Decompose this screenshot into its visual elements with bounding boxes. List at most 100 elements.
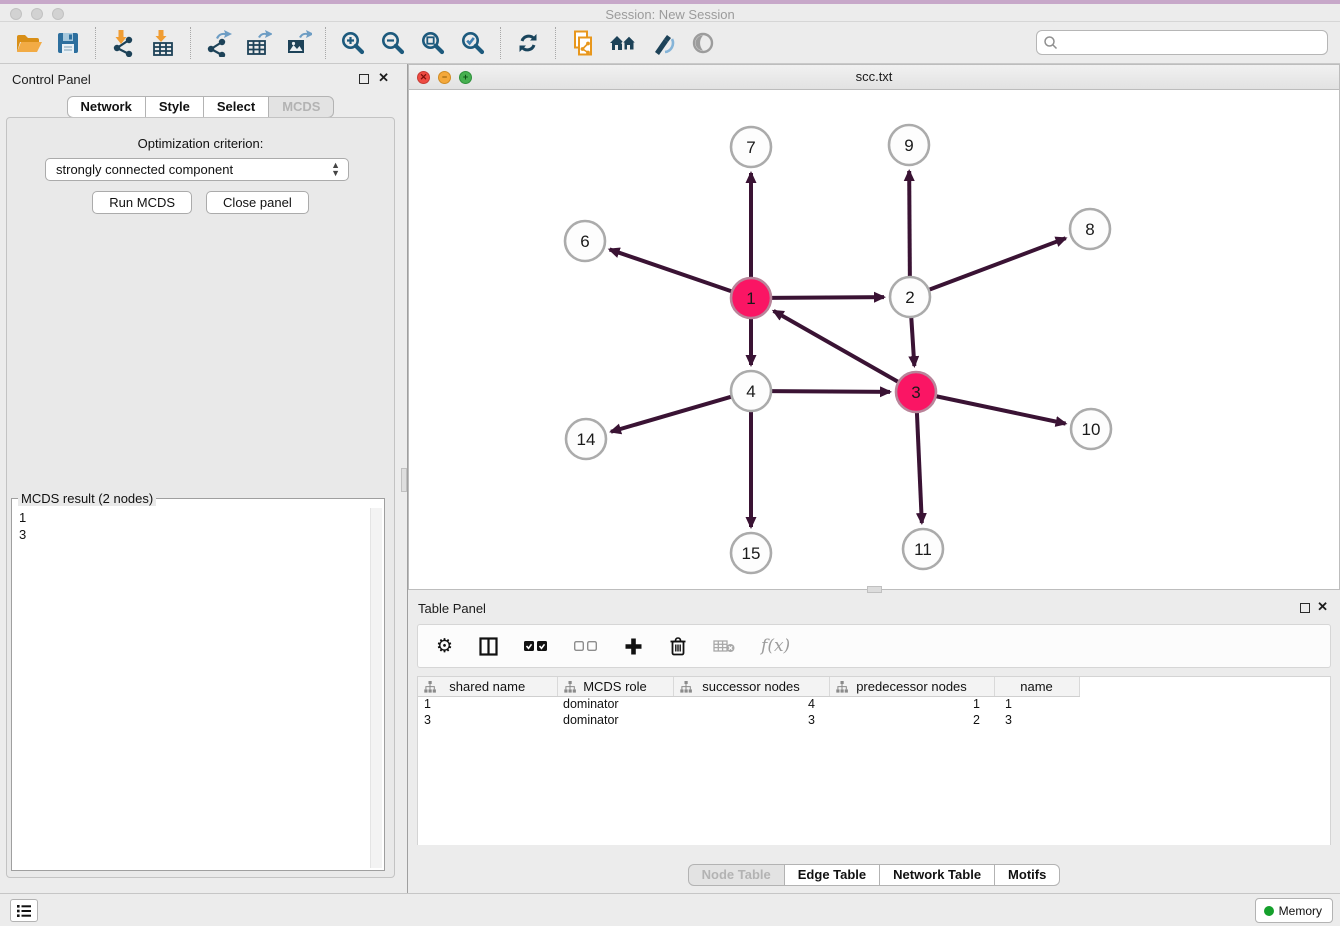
zoom-selected-icon[interactable]	[458, 28, 488, 58]
splitter-handle[interactable]	[867, 586, 882, 593]
graph-node-7[interactable]: 7	[731, 127, 771, 167]
settings-gear-icon[interactable]: ⚙	[436, 634, 453, 658]
window-title: Session: New Session	[0, 7, 1340, 22]
table-cell[interactable]: 1	[994, 696, 1079, 712]
toggle-view-eye-icon[interactable]	[688, 28, 718, 58]
column-layout-icon[interactable]	[479, 634, 498, 658]
graph-edge-1-2[interactable]	[771, 297, 884, 298]
graph-node-8[interactable]: 8	[1070, 209, 1110, 249]
splitter-handle[interactable]	[401, 468, 407, 492]
graph-edge-3-11[interactable]	[917, 412, 922, 523]
svg-text:6: 6	[580, 232, 589, 251]
tab-style[interactable]: Style	[145, 96, 204, 118]
float-panel-icon[interactable]	[359, 74, 369, 84]
table-cell[interactable]: 2	[829, 712, 994, 728]
clone-network-icon[interactable]	[568, 28, 598, 58]
function-builder-icon: f(x)	[761, 634, 790, 658]
mcds-result-text[interactable]: 1 3	[14, 508, 368, 868]
tab-network-table[interactable]: Network Table	[879, 864, 995, 886]
list-icon	[16, 904, 32, 918]
graph-edge-4-14[interactable]	[611, 397, 732, 432]
network-window-titlebar: ✕ − + scc.txt	[409, 65, 1339, 90]
graph-node-9[interactable]: 9	[889, 125, 929, 165]
column-header-shared-name[interactable]: shared name	[418, 677, 557, 696]
apply-style-icon[interactable]	[648, 28, 678, 58]
table-cell[interactable]: dominator	[557, 696, 673, 712]
task-history-button[interactable]	[10, 899, 38, 922]
tab-motifs[interactable]: Motifs	[994, 864, 1060, 886]
network-canvas[interactable]: 7 9 6 8 1 2 4 3 14 10 15 11	[409, 90, 1339, 589]
export-table-icon[interactable]	[243, 28, 273, 58]
graph-edge-2-8[interactable]	[929, 238, 1066, 290]
close-panel-button[interactable]: Close panel	[206, 191, 309, 214]
delete-column-trash-icon[interactable]	[669, 634, 687, 658]
import-network-icon[interactable]	[108, 28, 138, 58]
table-cell[interactable]: 1	[829, 696, 994, 712]
open-session-icon[interactable]	[13, 28, 43, 58]
graph-node-1[interactable]: 1	[731, 278, 771, 318]
node-table: shared nameMCDS rolesuccessor nodesprede…	[417, 676, 1331, 845]
search-icon	[1043, 35, 1059, 51]
network-title: scc.txt	[409, 69, 1339, 84]
select-stepper-icon: ▲▼	[331, 161, 340, 177]
graph-node-14[interactable]: 14	[566, 419, 606, 459]
close-panel-icon[interactable]: ✕	[378, 71, 389, 85]
scrollbar-track[interactable]	[370, 508, 382, 868]
graph-node-4[interactable]: 4	[731, 371, 771, 411]
float-panel-icon[interactable]	[1300, 603, 1310, 613]
table-cell[interactable]: dominator	[557, 712, 673, 728]
criterion-select[interactable]: strongly connected component ▲▼	[45, 158, 349, 181]
table-cell[interactable]: 3	[994, 712, 1079, 728]
zoom-out-icon[interactable]	[378, 28, 408, 58]
table-cell[interactable]: 3	[673, 712, 829, 728]
zoom-fit-icon[interactable]	[418, 28, 448, 58]
table-cell-filler	[1079, 712, 1330, 728]
close-panel-icon[interactable]: ✕	[1317, 600, 1328, 614]
memory-button[interactable]: Memory	[1255, 898, 1333, 923]
svg-text:11: 11	[914, 540, 932, 559]
graph-node-11[interactable]: 11	[903, 529, 943, 569]
panel-splitter[interactable]	[401, 64, 408, 893]
graph-edge-4-3[interactable]	[771, 391, 890, 392]
graph-node-3[interactable]: 3	[896, 372, 936, 412]
table-cell[interactable]: 1	[418, 696, 557, 712]
control-panel-title: Control Panel	[12, 72, 91, 87]
table-row[interactable]: 1dominator411	[418, 696, 1330, 712]
open-from-ndex-icon[interactable]	[608, 28, 638, 58]
import-table-icon[interactable]	[148, 28, 178, 58]
table-row[interactable]: 3dominator323	[418, 712, 1330, 728]
search-field[interactable]	[1036, 30, 1328, 55]
tab-edge-table[interactable]: Edge Table	[784, 864, 880, 886]
table-cell[interactable]: 3	[418, 712, 557, 728]
export-network-icon[interactable]	[203, 28, 233, 58]
graph-edge-2-9[interactable]	[909, 171, 910, 277]
deselect-all-icon[interactable]	[574, 634, 598, 658]
column-header-name[interactable]: name	[994, 677, 1079, 696]
graph-edge-2-3[interactable]	[911, 317, 914, 366]
tab-network[interactable]: Network	[67, 96, 146, 118]
graph-edge-3-10[interactable]	[936, 396, 1066, 423]
mcds-tab-content: Optimization criterion: strongly connect…	[6, 117, 395, 878]
search-input[interactable]	[1059, 33, 1327, 53]
table-cell[interactable]: 4	[673, 696, 829, 712]
column-header-predecessor-nodes[interactable]: predecessor nodes	[829, 677, 994, 696]
select-all-icon[interactable]	[524, 634, 548, 658]
graph-node-10[interactable]: 10	[1071, 409, 1111, 449]
tab-mcds[interactable]: MCDS	[268, 96, 334, 118]
graph-node-15[interactable]: 15	[731, 533, 771, 573]
run-mcds-button[interactable]: Run MCDS	[92, 191, 192, 214]
graph-edge-1-6[interactable]	[610, 249, 732, 291]
add-column-icon[interactable]	[624, 634, 643, 658]
column-header-successor-nodes[interactable]: successor nodes	[673, 677, 829, 696]
column-header-mcds-role[interactable]: MCDS role	[557, 677, 673, 696]
graph-node-6[interactable]: 6	[565, 221, 605, 261]
graph-node-2[interactable]: 2	[890, 277, 930, 317]
tab-select[interactable]: Select	[203, 96, 269, 118]
save-session-icon[interactable]	[53, 28, 83, 58]
svg-text:14: 14	[577, 430, 596, 449]
graph-edge-3-1[interactable]	[774, 311, 899, 382]
tab-node-table[interactable]: Node Table	[688, 864, 785, 886]
refresh-icon[interactable]	[513, 28, 543, 58]
zoom-in-icon[interactable]	[338, 28, 368, 58]
export-image-icon[interactable]	[283, 28, 313, 58]
